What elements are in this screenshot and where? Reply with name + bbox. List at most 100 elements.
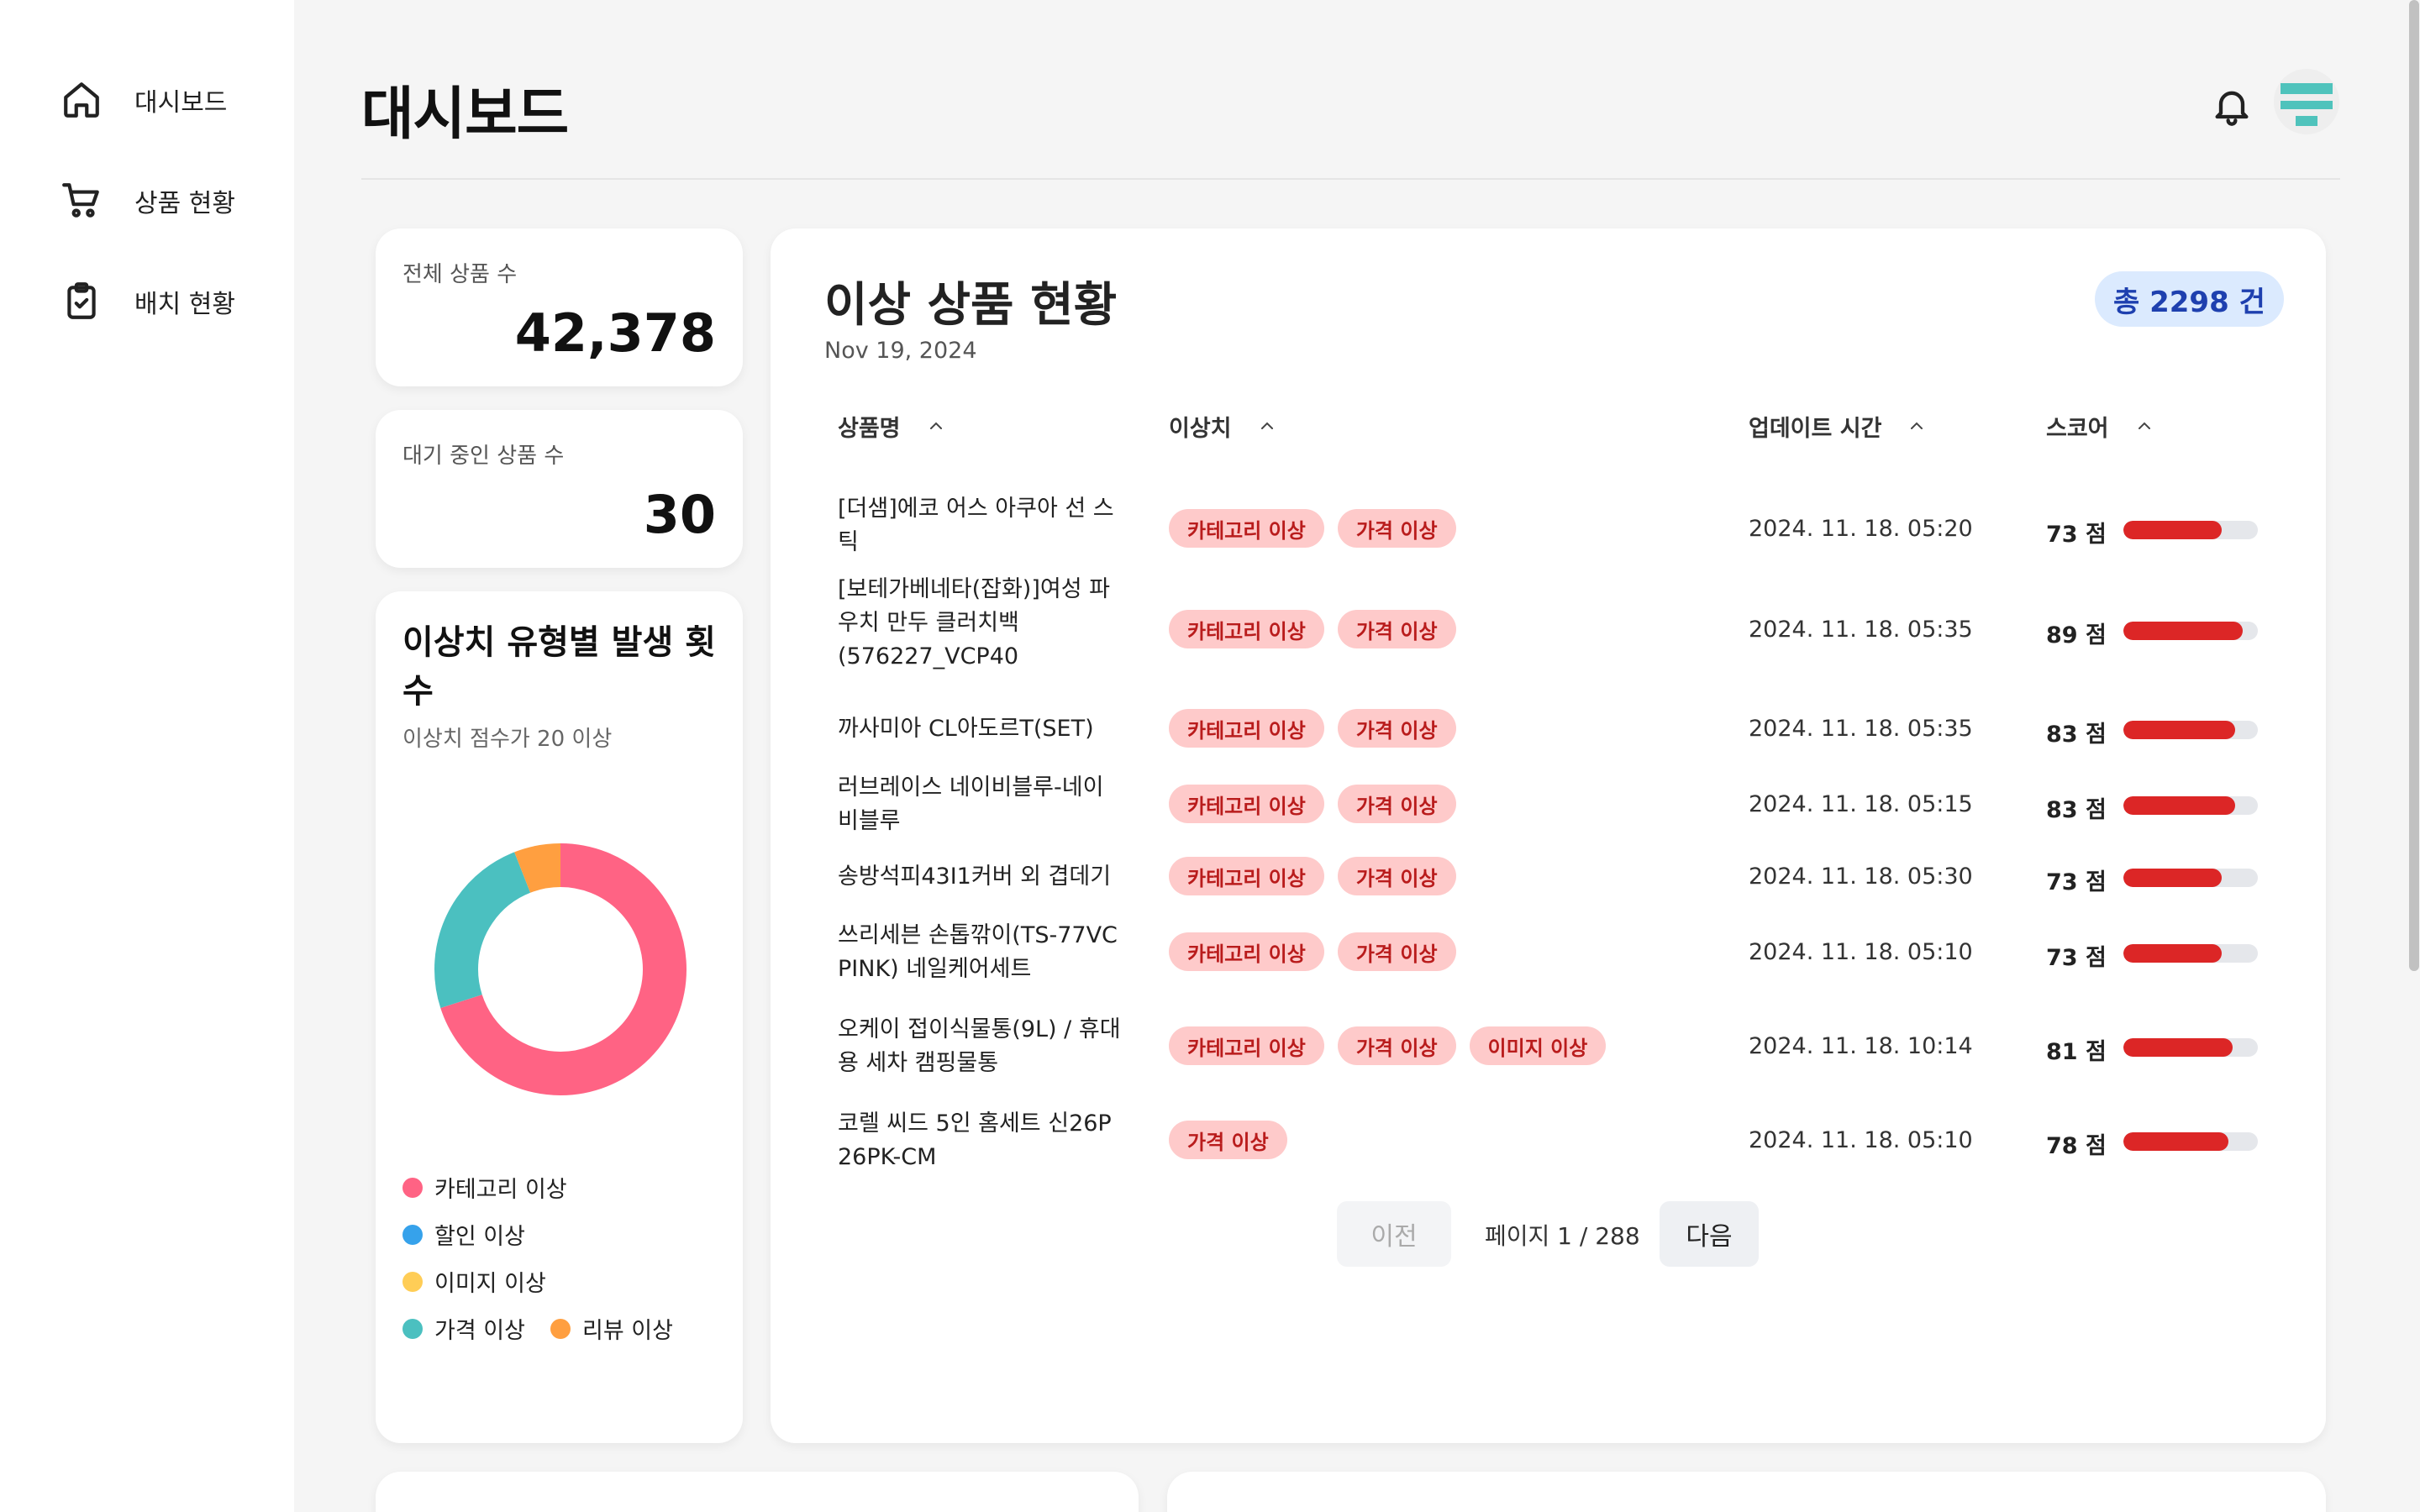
anomaly-tags: 카테고리 이상 가격 이상 (1169, 509, 1456, 548)
product-name: [보테가베네타(잡화)]여성 파우치 만두 클러치백 (576227_VCP40 (838, 576, 1110, 669)
legend-item[interactable]: 가격 이상 (402, 1312, 525, 1345)
anomaly-type-chart-card: 이상치 유형별 발생 횟수 이상치 점수가 20 이상 카테고리 이상 할인 이… (376, 591, 743, 1443)
score-value: 78 점 (2046, 1133, 2107, 1159)
table-row[interactable]: 코렐 씨드 5인 홈세트 신26P 26PK-CM 가격 이상 2024. 11… (771, 1107, 2326, 1200)
anomaly-tag: 가격 이상 (1337, 610, 1456, 648)
score-fill (2123, 1038, 2233, 1057)
table-row[interactable]: 송방석피43I1커버 외 겹데기 카테고리 이상 가격 이상 2024. 11.… (771, 857, 2326, 926)
home-icon (64, 82, 99, 118)
table-row[interactable]: 쓰리세븐 손톱깎이(TS-77VC PINK) 네일케어세트 카테고리 이상 가… (771, 919, 2326, 1011)
product-name: 러브레이스 네이비블루-네이비블루 (838, 774, 1104, 834)
anomaly-tag: 가격 이상 (1337, 1026, 1456, 1065)
bell-icon[interactable] (2210, 84, 2254, 128)
anomaly-tag: 카테고리 이상 (1169, 932, 1324, 971)
updated-time: 2024. 11. 18. 05:30 (1749, 864, 1973, 890)
product-name: 오케이 접이식물통(9L) / 휴대용 세차 캠핑물통 (838, 1016, 1121, 1076)
score-bar (2123, 1038, 2258, 1057)
legend-item[interactable]: 할인 이상 (402, 1218, 525, 1251)
anomaly-tag: 카테고리 이상 (1169, 857, 1324, 895)
chevron-up-icon (929, 422, 942, 429)
product-name: [더샘]에코 어스 아쿠아 선 스틱 (838, 496, 1114, 555)
anomaly-tag: 카테고리 이상 (1169, 785, 1324, 823)
score-bar (2123, 944, 2258, 963)
legend-item[interactable]: 리뷰 이상 (550, 1312, 673, 1345)
page-title: 대시보드 (361, 81, 569, 148)
donut-chart (434, 843, 687, 1095)
chevron-up-icon (2138, 422, 2150, 429)
legend-dot (402, 1318, 423, 1339)
table-row[interactable]: [보테가베네타(잡화)]여성 파우치 만두 클러치백 (576227_VCP40… (771, 573, 2326, 702)
total-count-badge: 총 2298 건 (2095, 271, 2284, 327)
bottom-card-right (1167, 1472, 2326, 1512)
table-date: Nov 19, 2024 (824, 338, 977, 364)
score-bar (2123, 796, 2258, 815)
stat-value: 30 (643, 484, 716, 545)
score-bar (2123, 622, 2258, 640)
score-bar (2123, 869, 2258, 887)
column-header-score[interactable]: 스코어 (2046, 405, 2154, 447)
bottom-card-left (376, 1472, 1139, 1512)
legend-label: 가격 이상 (434, 1318, 525, 1344)
anomaly-tags: 카테고리 이상 가격 이상 (1169, 932, 1456, 971)
chevron-up-icon (1260, 422, 1273, 429)
product-name: 쓰리세븐 손톱깎이(TS-77VC PINK) 네일케어세트 (838, 922, 1118, 982)
score-bar (2123, 1132, 2258, 1151)
score-value: 73 점 (2046, 945, 2107, 971)
legend-item[interactable]: 카테고리 이상 (402, 1171, 567, 1204)
clipboard-check-icon (67, 282, 96, 319)
score-value: 83 점 (2046, 722, 2107, 748)
sidebar-item-label: 배치 현황 (134, 290, 235, 319)
anomaly-tag: 가격 이상 (1169, 1121, 1287, 1159)
avatar[interactable] (2274, 69, 2339, 134)
table-row[interactable]: 까사미아 CL아도르T(SET) 카테고리 이상 가격 이상 2024. 11.… (771, 702, 2326, 768)
anomaly-products-card: 이상 상품 현황 Nov 19, 2024 총 2298 건 상품명 이상치 업… (771, 228, 2326, 1443)
score-fill (2123, 869, 2222, 887)
header-divider (361, 178, 2340, 180)
table-row[interactable]: [더샘]에코 어스 아쿠아 선 스틱 카테고리 이상 가격 이상 2024. 1… (771, 480, 2326, 573)
pending-products-card: 대기 중인 상품 수 30 (376, 410, 743, 568)
legend-label: 이미지 이상 (434, 1271, 546, 1297)
sidebar-item-label: 대시보드 (134, 88, 228, 118)
legend-item[interactable]: 이미지 이상 (402, 1265, 546, 1298)
score-fill (2123, 622, 2244, 640)
sidebar-item-products[interactable]: 상품 현황 (60, 171, 235, 230)
anomaly-tag: 가격 이상 (1337, 785, 1456, 823)
chart-subtitle: 이상치 점수가 20 이상 (402, 727, 613, 752)
legend-dot (402, 1224, 423, 1245)
updated-time: 2024. 11. 18. 05:20 (1749, 516, 1973, 542)
chart-title: 이상치 유형별 발생 횟수 (402, 623, 716, 711)
prev-page-button[interactable]: 이전 (1337, 1201, 1451, 1267)
anomaly-tag: 카테고리 이상 (1169, 610, 1324, 648)
legend-label: 카테고리 이상 (434, 1177, 567, 1203)
updated-time: 2024. 11. 18. 05:35 (1749, 716, 1973, 742)
column-header-anomaly[interactable]: 이상치 (1169, 405, 1277, 447)
stat-label: 전체 상품 수 (402, 262, 518, 287)
column-header-updated-time[interactable]: 업데이트 시간 (1749, 405, 1927, 447)
anomaly-tag: 가격 이상 (1337, 509, 1456, 548)
table-row[interactable]: 오케이 접이식물통(9L) / 휴대용 세차 캠핑물통 카테고리 이상 가격 이… (771, 1013, 2326, 1105)
score-value: 83 점 (2046, 797, 2107, 823)
anomaly-tag: 가격 이상 (1337, 932, 1456, 971)
anomaly-tag: 카테고리 이상 (1169, 509, 1324, 548)
score-fill (2123, 796, 2235, 815)
chevron-up-icon (1911, 422, 1923, 429)
table-title: 이상 상품 현황 (824, 278, 1118, 333)
next-page-button[interactable]: 다음 (1660, 1201, 1759, 1267)
score-bar (2123, 721, 2258, 739)
scrollbar-thumb[interactable] (2409, 0, 2419, 971)
product-name: 까사미아 CL아도르T(SET) (838, 716, 1094, 742)
legend-dot (402, 1177, 423, 1198)
score-fill (2123, 1132, 2228, 1151)
sidebar: 대시보드 상품 현황 배치 현황 (0, 0, 294, 1512)
table-row[interactable]: 러브레이스 네이비블루-네이비블루 카테고리 이상 가격 이상 2024. 11… (771, 768, 2326, 860)
anomaly-tags: 카테고리 이상 가격 이상 (1169, 857, 1456, 895)
score-fill (2123, 721, 2235, 739)
anomaly-tags: 카테고리 이상 가격 이상 (1169, 610, 1456, 648)
sidebar-item-batch[interactable]: 배치 현황 (60, 272, 235, 331)
anomaly-tags: 카테고리 이상 가격 이상 이미지 이상 (1169, 1026, 1607, 1065)
sidebar-item-dashboard[interactable]: 대시보드 (60, 71, 227, 129)
page-info: 페이지 1 / 288 (1485, 1222, 1640, 1250)
column-header-label: 이상치 (1169, 415, 1232, 442)
anomaly-tags: 카테고리 이상 가격 이상 (1169, 785, 1456, 823)
column-header-product-name[interactable]: 상품명 (838, 405, 946, 447)
